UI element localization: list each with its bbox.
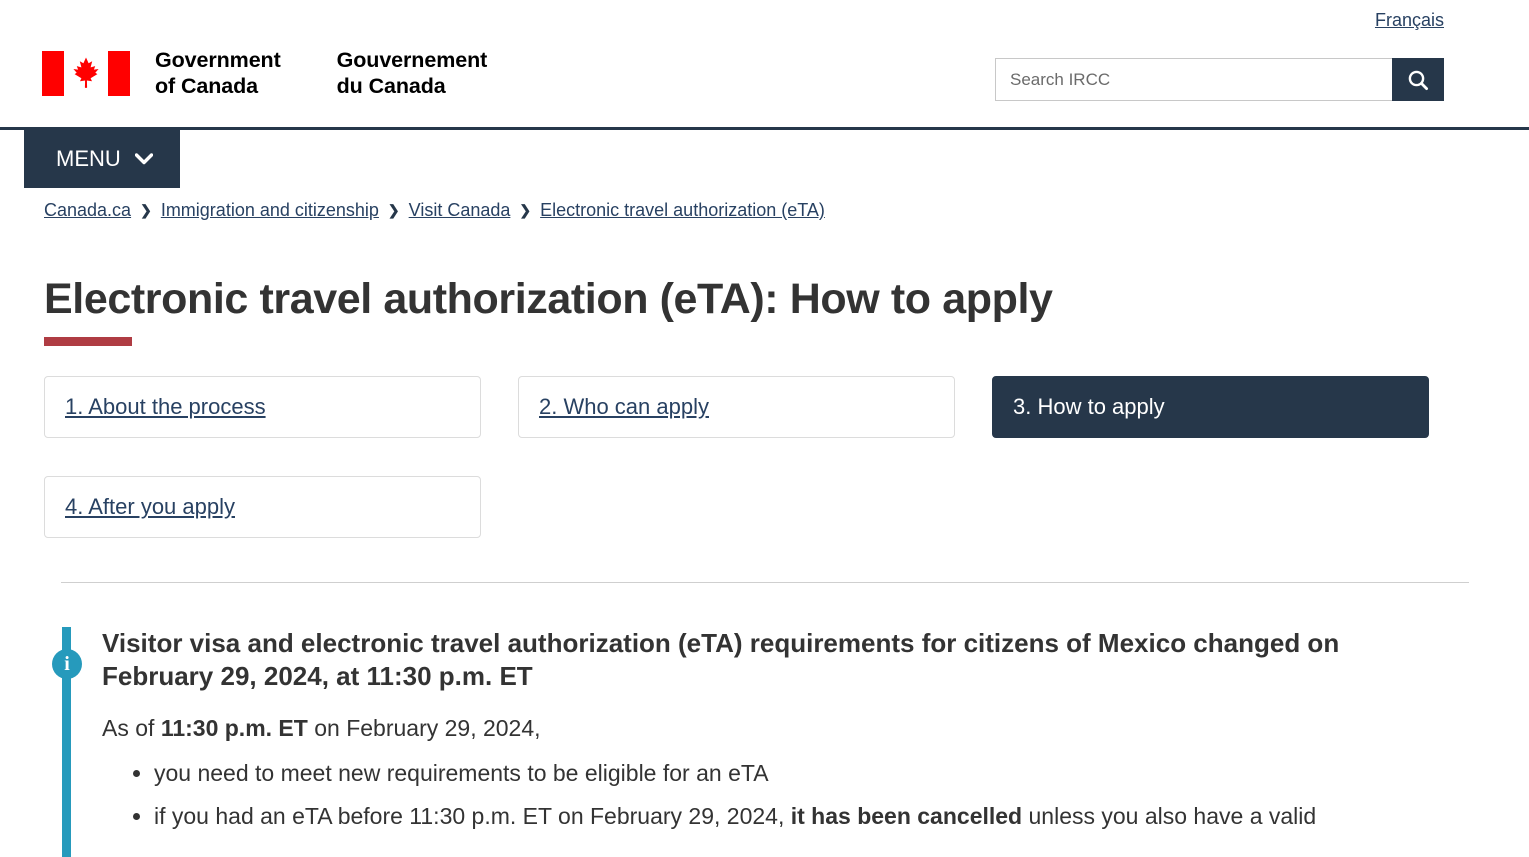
brand-fr-line1: Gouvernement: [336, 48, 488, 72]
search-icon: [1408, 70, 1429, 90]
list-item: if you had an eTA before 11:30 p.m. ET o…: [154, 801, 1444, 832]
alert-intro: As of 11:30 p.m. ET on February 29, 2024…: [102, 714, 1444, 744]
bullet-1-after: unless you also have a valid: [1022, 803, 1317, 830]
info-icon: i: [52, 649, 82, 680]
bullet-0-before: you need to meet new requirements to be …: [154, 760, 769, 787]
site-search: [995, 58, 1444, 101]
page-title: Electronic travel authorization (eTA): H…: [44, 275, 1053, 323]
breadcrumb-item-1[interactable]: Immigration and citizenship: [161, 200, 379, 221]
step-navigation: 1. About the process 2. Who can apply 3.…: [44, 376, 1452, 539]
step-tab-4-label: 4. After you apply: [65, 494, 235, 520]
canada-flag-icon: [42, 50, 130, 96]
menu-bar: MENU: [0, 130, 1529, 196]
search-input[interactable]: [995, 58, 1392, 101]
alert-bullet-list: you need to meet new requirements to be …: [102, 758, 1444, 832]
menu-button[interactable]: MENU: [24, 130, 180, 188]
brand-wordmark: Government of Canada Gouvernement du Can…: [155, 47, 487, 99]
breadcrumb-separator: ❯: [519, 202, 532, 218]
language-link-francais[interactable]: Français: [1375, 10, 1444, 30]
breadcrumb-item-3[interactable]: Electronic travel authorization (eTA): [540, 200, 825, 221]
step-tab-2-label: 2. Who can apply: [539, 394, 709, 420]
brand-english: Government of Canada: [155, 47, 281, 99]
main-content: Electronic travel authorization (eTA): H…: [0, 275, 1529, 857]
breadcrumb-separator: ❯: [387, 202, 400, 218]
brand-fr-line2: du Canada: [336, 74, 446, 99]
step-tab-4[interactable]: 4. After you apply: [44, 476, 481, 539]
step-tab-1[interactable]: 1. About the process: [44, 376, 481, 439]
step-tab-2[interactable]: 2. Who can apply: [518, 376, 955, 439]
brand-en-line1: Government: [155, 48, 281, 72]
chevron-down-icon: [134, 153, 153, 165]
brand-french: Gouvernement du Canada: [337, 47, 488, 99]
title-accent-bar: [44, 337, 132, 347]
info-alert: i Visitor visa and electronic travel aut…: [44, 627, 1444, 857]
bullet-1-bold: it has been cancelled: [790, 803, 1023, 830]
list-item: you need to meet new requirements to be …: [154, 758, 1444, 789]
language-toggle: Français: [1375, 10, 1444, 31]
breadcrumb-item-2[interactable]: Visit Canada: [409, 200, 511, 221]
alert-intro-after: on February 29, 2024,: [307, 715, 541, 742]
step-tab-3[interactable]: 3. How to apply: [992, 376, 1429, 439]
alert-intro-bold: 11:30 p.m. ET: [160, 715, 308, 742]
menu-button-label: MENU: [56, 146, 121, 171]
goc-brand: Government of Canada Gouvernement du Can…: [42, 47, 487, 99]
breadcrumb: Canada.ca ❯ Immigration and citizenship …: [0, 200, 1529, 221]
bullet-1-before: if you had an eTA before 11:30 p.m. ET o…: [154, 803, 791, 830]
breadcrumb-separator: ❯: [140, 202, 152, 218]
breadcrumb-item-0[interactable]: Canada.ca: [44, 200, 131, 221]
alert-intro-before: As of: [102, 715, 161, 742]
content-divider: [60, 582, 1469, 584]
site-header: Français Government of Canada Gouverneme…: [0, 0, 1529, 127]
step-tab-3-label: 3. How to apply: [1013, 394, 1165, 420]
step-tab-1-label: 1. About the process: [65, 394, 266, 420]
alert-title: Visitor visa and electronic travel autho…: [102, 628, 1340, 691]
brand-en-line2: of Canada: [155, 74, 259, 99]
search-button[interactable]: [1392, 58, 1444, 101]
